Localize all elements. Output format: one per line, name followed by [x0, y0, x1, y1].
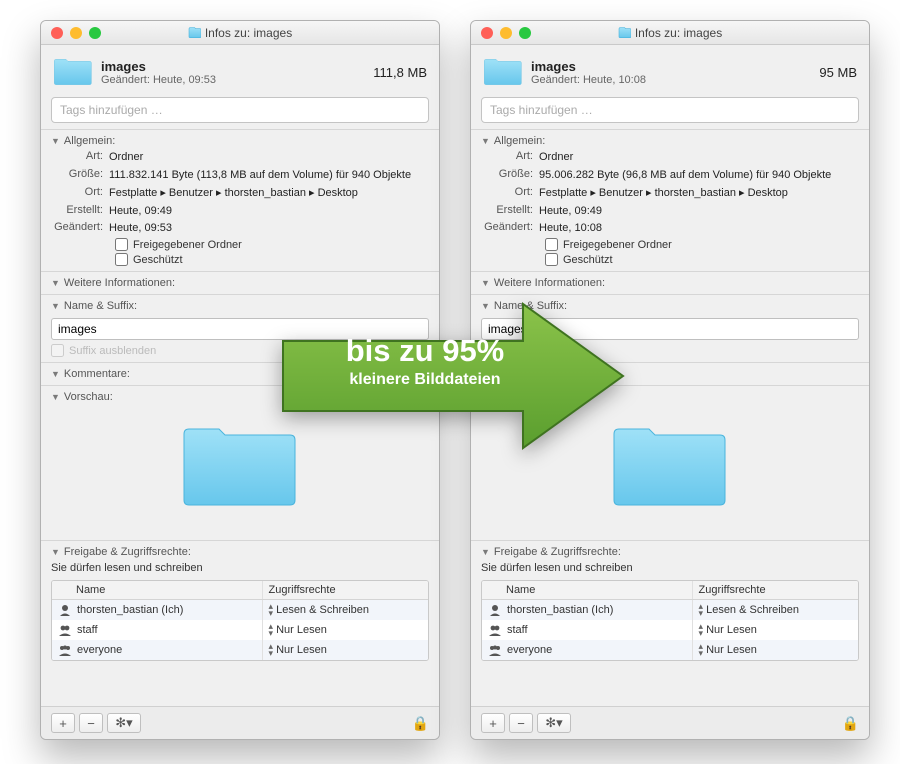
modified-value: Heute, 09:53 [109, 221, 429, 236]
triangle-down-icon: ▼ [51, 369, 60, 379]
triangle-down-icon: ▼ [51, 136, 60, 146]
header: images Geändert: Heute, 09:53 111,8 MB [41, 45, 439, 97]
disclosure-more[interactable]: ▼Weitere Informationen: [481, 277, 859, 289]
shared-folder-checkbox[interactable] [545, 238, 558, 251]
zoom-icon[interactable] [89, 27, 101, 39]
size-label: 111,8 MB [373, 65, 427, 80]
group-icon [58, 624, 72, 636]
table-row[interactable]: staff ▴▾Nur Lesen [52, 620, 428, 640]
tags-input[interactable] [51, 97, 429, 123]
permissions-table: Name Zugriffsrechte thorsten_bastian (Ic… [51, 580, 429, 661]
col-privilege[interactable]: Zugriffsrechte [263, 581, 428, 599]
group-icon [488, 624, 502, 636]
arrow-text: bis zu 95% kleinere Bilddateien [300, 333, 550, 389]
triangle-down-icon: ▼ [481, 278, 490, 288]
section-permissions: ▼Freigabe & Zugriffsrechte: Sie dürfen l… [41, 540, 439, 666]
stepper-icon[interactable]: ▴▾ [699, 623, 704, 637]
size-value: 111.832.141 Byte (113,8 MB auf dem Volum… [109, 168, 429, 183]
remove-button[interactable]: − [509, 713, 533, 733]
stepper-icon[interactable]: ▴▾ [269, 603, 274, 617]
col-name[interactable]: Name [52, 581, 263, 599]
section-general: ▼Allgemein: Art:Ordner Größe:111.832.141… [41, 129, 439, 271]
stepper-icon[interactable]: ▴▾ [269, 643, 274, 657]
table-row[interactable]: everyone ▴▾Nur Lesen [52, 640, 428, 660]
header: images Geändert: Heute, 10:08 95 MB [471, 45, 869, 97]
add-button[interactable]: + [51, 713, 75, 733]
footer-toolbar: + − ✻▾ 🔒 [41, 706, 439, 739]
lock-icon[interactable]: 🔒 [842, 715, 859, 732]
user-icon [58, 604, 72, 616]
section-more: ▼Weitere Informationen: [41, 271, 439, 294]
footer-toolbar: + − ✻▾ 🔒 [471, 706, 869, 739]
triangle-down-icon: ▼ [481, 136, 490, 146]
close-icon[interactable] [51, 27, 63, 39]
triangle-down-icon: ▼ [481, 547, 490, 557]
item-name: images [101, 59, 373, 74]
modified-label: Geändert: Heute, 09:53 [101, 74, 373, 86]
window-title: Infos zu: images [635, 26, 722, 40]
item-name: images [531, 59, 819, 74]
where-value: Festplatte ▸ Benutzer ▸ thorsten_bastian… [109, 186, 429, 201]
folder-icon [53, 55, 93, 89]
table-row[interactable]: thorsten_bastian (Ich)▴▾Lesen & Schreibe… [482, 600, 858, 620]
folder-icon [483, 55, 523, 89]
locked-checkbox[interactable] [545, 253, 558, 266]
triangle-down-icon: ▼ [51, 278, 60, 288]
user-icon [488, 604, 502, 616]
triangle-down-icon: ▼ [51, 301, 60, 311]
action-menu-button[interactable]: ✻▾ [537, 713, 571, 733]
triangle-down-icon: ▼ [51, 392, 60, 402]
stepper-icon[interactable]: ▴▾ [269, 623, 274, 637]
created-value: Heute, 09:49 [109, 204, 429, 219]
table-row[interactable]: staff▴▾Nur Lesen [482, 620, 858, 640]
shared-folder-checkbox[interactable] [115, 238, 128, 251]
remove-button[interactable]: − [79, 713, 103, 733]
folder-icon [618, 26, 631, 39]
everyone-icon [58, 644, 72, 656]
size-label: 95 MB [819, 65, 857, 80]
minimize-icon[interactable] [500, 27, 512, 39]
disclosure-general[interactable]: ▼Allgemein: [481, 135, 859, 147]
folder-icon [610, 417, 730, 517]
titlebar[interactable]: Infos zu: images [471, 21, 869, 45]
everyone-icon [488, 644, 502, 656]
triangle-down-icon: ▼ [51, 547, 60, 557]
tags-input[interactable] [481, 97, 859, 123]
minimize-icon[interactable] [70, 27, 82, 39]
folder-icon [188, 26, 201, 39]
window-title: Infos zu: images [205, 26, 292, 40]
permissions-summary: Sie dürfen lesen und schreiben [51, 562, 429, 574]
kind-value: Ordner [109, 150, 429, 165]
table-row[interactable]: thorsten_bastian (Ich) ▴▾Lesen & Schreib… [52, 600, 428, 620]
table-row[interactable]: everyone▴▾Nur Lesen [482, 640, 858, 660]
titlebar[interactable]: Infos zu: images [41, 21, 439, 45]
disclosure-permissions[interactable]: ▼Freigabe & Zugriffsrechte: [481, 546, 859, 558]
action-menu-button[interactable]: ✻▾ [107, 713, 141, 733]
disclosure-more[interactable]: ▼Weitere Informationen: [51, 277, 429, 289]
add-button[interactable]: + [481, 713, 505, 733]
zoom-icon[interactable] [519, 27, 531, 39]
close-icon[interactable] [481, 27, 493, 39]
locked-checkbox[interactable] [115, 253, 128, 266]
disclosure-permissions[interactable]: ▼Freigabe & Zugriffsrechte: [51, 546, 429, 558]
disclosure-general[interactable]: ▼Allgemein: [51, 135, 429, 147]
stepper-icon[interactable]: ▴▾ [699, 643, 704, 657]
lock-icon[interactable]: 🔒 [412, 715, 429, 732]
stepper-icon[interactable]: ▴▾ [699, 603, 704, 617]
modified-label: Geändert: Heute, 10:08 [531, 74, 819, 86]
hide-suffix-checkbox [51, 344, 64, 357]
permissions-table: Name Zugriffsrechte thorsten_bastian (Ic… [481, 580, 859, 661]
